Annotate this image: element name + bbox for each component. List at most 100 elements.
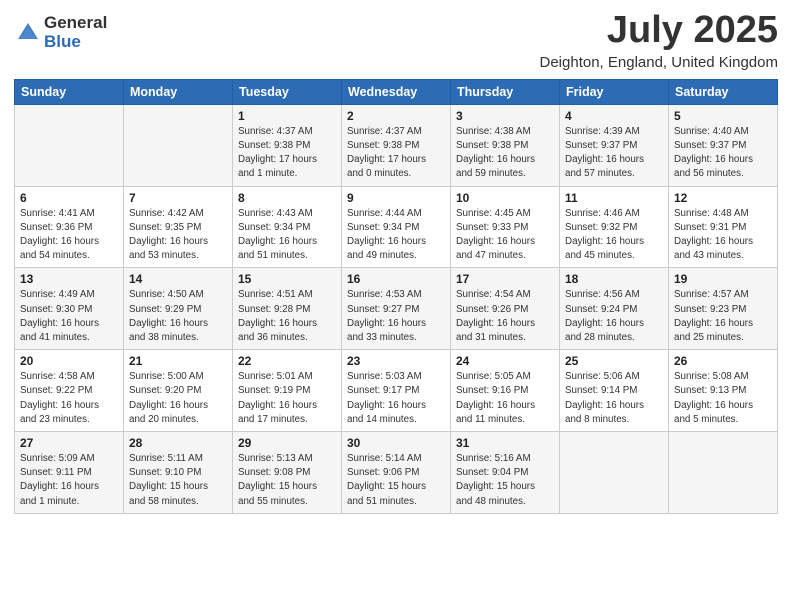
day-number: 16 — [347, 272, 445, 286]
calendar-cell: 23Sunrise: 5:03 AM Sunset: 9:17 PM Dayli… — [342, 350, 451, 432]
day-info: Sunrise: 5:13 AM Sunset: 9:08 PM Dayligh… — [238, 452, 336, 509]
calendar-cell: 22 Sunrise: 5:01 AM Sunset: 9:19 PM Dayli… — [233, 350, 342, 432]
calendar-cell: 9Sunrise: 4:44 AM Sunset: 9:34 PM Daylig… — [342, 186, 451, 268]
day-number: 19 — [674, 272, 772, 286]
calendar-week-row: 6Sunrise: 4:41 AM Sunset: 9:36 PM Daylig… — [15, 186, 778, 268]
day-number: 31 — [456, 436, 554, 450]
day-number: 5 — [674, 109, 772, 123]
header: General Blue July 2025 Deighton, England… — [14, 10, 778, 71]
calendar-day-header: Saturday — [669, 79, 778, 104]
calendar-cell: 12 Sunrise: 4:48 AM Sunset: 9:31 PM Dayli… — [669, 186, 778, 268]
day-number: 20 — [20, 354, 118, 368]
day-number: 22 — [238, 354, 336, 368]
calendar-cell — [669, 432, 778, 514]
logo-icon — [14, 19, 42, 47]
day-info: Sunrise: 5:00 AM Sunset: 9:20 PM Dayligh… — [129, 370, 227, 427]
day-info: Sunrise: 4:56 AM Sunset: 9:24 PM Dayligh… — [565, 288, 663, 345]
day-info: Sunrise: 4:57 AM Sunset: 9:23 PM Dayligh… — [674, 288, 772, 345]
calendar-cell: 18 Sunrise: 4:56 AM Sunset: 9:24 PM Dayli… — [560, 268, 669, 350]
calendar-week-row: 27Sunrise: 5:09 AM Sunset: 9:11 PM Dayli… — [15, 432, 778, 514]
calendar-table: SundayMondayTuesdayWednesdayThursdayFrid… — [14, 79, 778, 514]
day-number: 10 — [456, 191, 554, 205]
day-info: Sunrise: 5:06 AM Sunset: 9:14 PM Dayligh… — [565, 370, 663, 427]
title-block: July 2025 Deighton, England, United King… — [540, 10, 779, 71]
calendar-cell: 27Sunrise: 5:09 AM Sunset: 9:11 PM Dayli… — [15, 432, 124, 514]
day-info: Sunrise: 5:11 AM Sunset: 9:10 PM Dayligh… — [129, 452, 227, 509]
calendar-cell: 15 Sunrise: 4:51 AM Sunset: 9:28 PM Dayli… — [233, 268, 342, 350]
day-info: Sunrise: 4:51 AM Sunset: 9:28 PM Dayligh… — [238, 288, 336, 345]
calendar-cell: 20 Sunrise: 4:58 AM Sunset: 9:22 PM Dayli… — [15, 350, 124, 432]
day-info: Sunrise: 4:42 AM Sunset: 9:35 PM Dayligh… — [129, 207, 227, 264]
day-info: Sunrise: 5:16 AM Sunset: 9:04 PM Dayligh… — [456, 452, 554, 509]
day-number: 26 — [674, 354, 772, 368]
calendar-cell: 17Sunrise: 4:54 AM Sunset: 9:26 PM Dayli… — [451, 268, 560, 350]
calendar-week-row: 20 Sunrise: 4:58 AM Sunset: 9:22 PM Dayli… — [15, 350, 778, 432]
calendar-cell — [124, 104, 233, 186]
calendar-cell — [15, 104, 124, 186]
day-number: 9 — [347, 191, 445, 205]
day-number: 3 — [456, 109, 554, 123]
calendar-week-row: 13 Sunrise: 4:49 AM Sunset: 9:30 PM Dayli… — [15, 268, 778, 350]
day-info: Sunrise: 5:05 AM Sunset: 9:16 PM Dayligh… — [456, 370, 554, 427]
day-number: 12 — [674, 191, 772, 205]
calendar-cell: 19 Sunrise: 4:57 AM Sunset: 9:23 PM Dayli… — [669, 268, 778, 350]
calendar-cell: 14Sunrise: 4:50 AM Sunset: 9:29 PM Dayli… — [124, 268, 233, 350]
calendar-cell — [560, 432, 669, 514]
calendar-header-row: SundayMondayTuesdayWednesdayThursdayFrid… — [15, 79, 778, 104]
calendar-cell: 29 Sunrise: 5:13 AM Sunset: 9:08 PM Dayli… — [233, 432, 342, 514]
logo-blue: Blue — [44, 33, 107, 52]
day-number: 8 — [238, 191, 336, 205]
calendar-cell: 10Sunrise: 4:45 AM Sunset: 9:33 PM Dayli… — [451, 186, 560, 268]
day-info: Sunrise: 4:58 AM Sunset: 9:22 PM Dayligh… — [20, 370, 118, 427]
day-number: 18 — [565, 272, 663, 286]
calendar-cell: 5 Sunrise: 4:40 AM Sunset: 9:37 PM Daylig… — [669, 104, 778, 186]
day-number: 2 — [347, 109, 445, 123]
day-info: Sunrise: 4:40 AM Sunset: 9:37 PM Dayligh… — [674, 125, 772, 182]
day-number: 13 — [20, 272, 118, 286]
day-info: Sunrise: 4:49 AM Sunset: 9:30 PM Dayligh… — [20, 288, 118, 345]
calendar-cell: 11 Sunrise: 4:46 AM Sunset: 9:32 PM Dayli… — [560, 186, 669, 268]
day-number: 7 — [129, 191, 227, 205]
calendar-cell: 8Sunrise: 4:43 AM Sunset: 9:34 PM Daylig… — [233, 186, 342, 268]
calendar-cell: 13 Sunrise: 4:49 AM Sunset: 9:30 PM Dayli… — [15, 268, 124, 350]
day-number: 23 — [347, 354, 445, 368]
calendar-cell: 25 Sunrise: 5:06 AM Sunset: 9:14 PM Dayli… — [560, 350, 669, 432]
subtitle: Deighton, England, United Kingdom — [540, 54, 779, 71]
day-number: 14 — [129, 272, 227, 286]
calendar-day-header: Thursday — [451, 79, 560, 104]
day-info: Sunrise: 4:46 AM Sunset: 9:32 PM Dayligh… — [565, 207, 663, 264]
day-number: 29 — [238, 436, 336, 450]
logo-general: General — [44, 14, 107, 33]
calendar-cell: 1 Sunrise: 4:37 AM Sunset: 9:38 PM Daylig… — [233, 104, 342, 186]
calendar-cell: 3Sunrise: 4:38 AM Sunset: 9:38 PM Daylig… — [451, 104, 560, 186]
calendar-cell: 31 Sunrise: 5:16 AM Sunset: 9:04 PM Dayli… — [451, 432, 560, 514]
calendar-week-row: 1 Sunrise: 4:37 AM Sunset: 9:38 PM Daylig… — [15, 104, 778, 186]
calendar-cell: 7 Sunrise: 4:42 AM Sunset: 9:35 PM Daylig… — [124, 186, 233, 268]
day-number: 11 — [565, 191, 663, 205]
calendar-cell: 4Sunrise: 4:39 AM Sunset: 9:37 PM Daylig… — [560, 104, 669, 186]
calendar-cell: 28Sunrise: 5:11 AM Sunset: 9:10 PM Dayli… — [124, 432, 233, 514]
page: General Blue July 2025 Deighton, England… — [0, 0, 792, 612]
calendar-day-header: Wednesday — [342, 79, 451, 104]
day-number: 27 — [20, 436, 118, 450]
day-number: 30 — [347, 436, 445, 450]
day-info: Sunrise: 4:41 AM Sunset: 9:36 PM Dayligh… — [20, 207, 118, 264]
calendar-cell: 24 Sunrise: 5:05 AM Sunset: 9:16 PM Dayli… — [451, 350, 560, 432]
day-number: 24 — [456, 354, 554, 368]
day-number: 15 — [238, 272, 336, 286]
calendar-day-header: Sunday — [15, 79, 124, 104]
calendar-cell: 26Sunrise: 5:08 AM Sunset: 9:13 PM Dayli… — [669, 350, 778, 432]
day-info: Sunrise: 5:01 AM Sunset: 9:19 PM Dayligh… — [238, 370, 336, 427]
calendar-day-header: Tuesday — [233, 79, 342, 104]
day-info: Sunrise: 4:53 AM Sunset: 9:27 PM Dayligh… — [347, 288, 445, 345]
day-number: 21 — [129, 354, 227, 368]
day-info: Sunrise: 5:14 AM Sunset: 9:06 PM Dayligh… — [347, 452, 445, 509]
calendar-cell: 6Sunrise: 4:41 AM Sunset: 9:36 PM Daylig… — [15, 186, 124, 268]
day-number: 1 — [238, 109, 336, 123]
day-number: 25 — [565, 354, 663, 368]
day-info: Sunrise: 4:48 AM Sunset: 9:31 PM Dayligh… — [674, 207, 772, 264]
day-info: Sunrise: 4:37 AM Sunset: 9:38 PM Dayligh… — [238, 125, 336, 182]
calendar-cell: 16 Sunrise: 4:53 AM Sunset: 9:27 PM Dayli… — [342, 268, 451, 350]
main-title: July 2025 — [540, 10, 779, 52]
calendar-cell: 2Sunrise: 4:37 AM Sunset: 9:38 PM Daylig… — [342, 104, 451, 186]
